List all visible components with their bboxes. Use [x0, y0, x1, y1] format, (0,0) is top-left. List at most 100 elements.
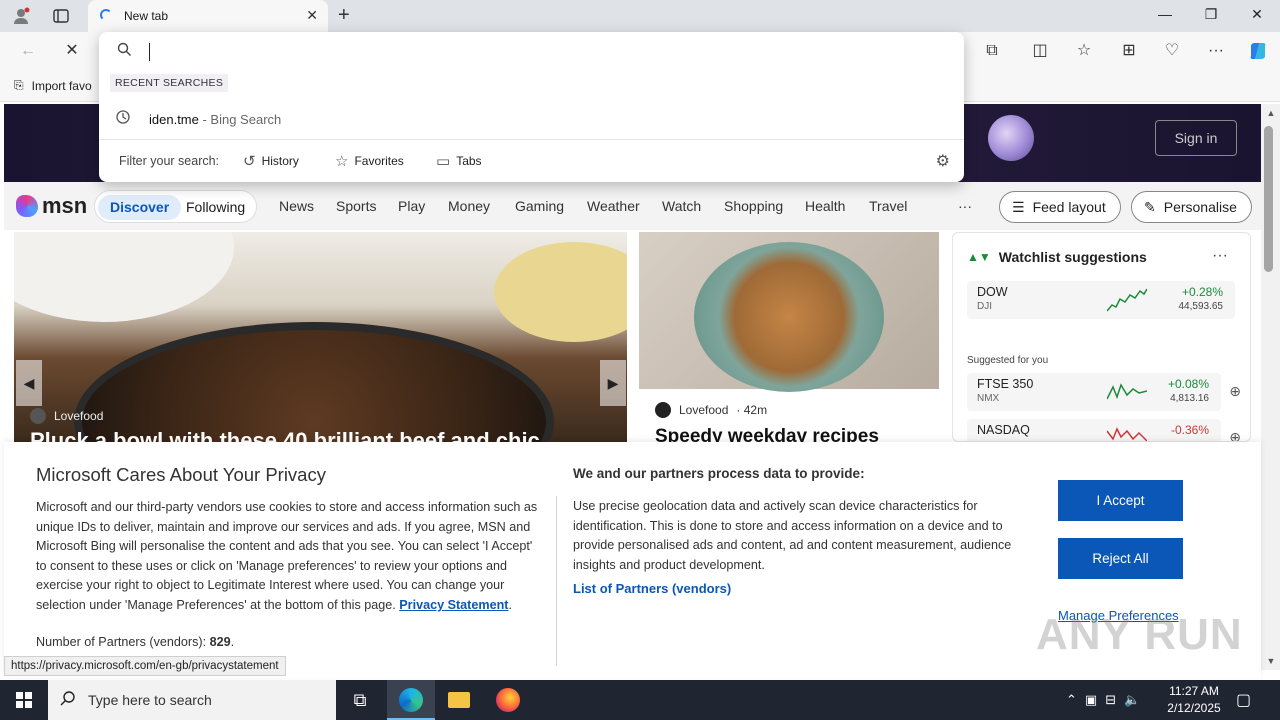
filter-history[interactable]: ↺ History [243, 152, 299, 170]
volume-icon[interactable]: 🔈 [1124, 692, 1140, 708]
taskbar-firefox[interactable] [484, 680, 532, 720]
new-tab-button[interactable]: + [338, 4, 350, 27]
taskbar-search[interactable]: Type here to search [48, 680, 336, 720]
profile-icon[interactable] [10, 5, 32, 27]
reject-all-button[interactable]: Reject All [1058, 538, 1183, 579]
stop-loading-icon[interactable]: ✕ [60, 40, 84, 62]
tab-following[interactable]: Following [174, 195, 257, 220]
performance-icon[interactable]: ♡ [1160, 40, 1184, 62]
copilot-orb-icon[interactable] [988, 115, 1034, 161]
loading-spinner-icon [100, 9, 112, 21]
notifications-icon[interactable]: ▢ [1236, 690, 1251, 710]
split-screen-icon[interactable]: ◫ [1028, 40, 1052, 62]
privacy-body: Microsoft and our third-party vendors us… [36, 500, 538, 612]
import-favorites-button[interactable]: ⎘ Import favo [14, 78, 92, 93]
feed-layout-button[interactable]: ☰ Feed layout [999, 191, 1121, 223]
scroll-down-icon[interactable]: ▼ [1262, 656, 1280, 670]
filter-tabs[interactable]: ▭ Tabs [436, 152, 482, 170]
hero-title[interactable]: Pluck a bowl with these 40 brilliant bee… [30, 428, 620, 442]
tab-actions-icon[interactable] [50, 5, 72, 27]
nav-play[interactable]: Play [398, 198, 425, 214]
privacy-divider [556, 496, 557, 666]
watchlist-title: Watchlist suggestions [998, 249, 1147, 265]
stock-sparkline [1107, 383, 1147, 400]
close-tab-icon[interactable]: ✕ [306, 7, 318, 24]
history-icon: ↺ [243, 153, 256, 170]
favorites-star-icon[interactable]: ☆ [1072, 40, 1096, 62]
msn-butterfly-icon [16, 195, 38, 217]
sign-in-button[interactable]: Sign in [1155, 120, 1237, 156]
address-dropdown: RECENT SEARCHES iden.tme - Bing Search F… [99, 32, 964, 182]
back-arrow-icon[interactable]: ← [16, 40, 40, 62]
firefox-icon [496, 688, 520, 712]
carousel-prev-icon[interactable]: ◀ [16, 360, 42, 406]
star-icon: ☆ [335, 153, 349, 170]
article-title[interactable]: Speedy weekday recipes [655, 426, 879, 442]
watchlist-more-icon[interactable]: ··· [1212, 247, 1228, 265]
address-bar[interactable] [99, 32, 964, 72]
scroll-up-icon[interactable]: ▲ [1262, 108, 1280, 122]
recent-search-item[interactable]: iden.tme - Bing Search [99, 104, 964, 134]
personalise-button[interactable]: ✎ Personalise [1131, 191, 1252, 223]
nav-weather[interactable]: Weather [587, 198, 640, 214]
nav-gaming[interactable]: Gaming [515, 198, 564, 214]
gear-icon[interactable]: ⚙ [936, 151, 950, 171]
privacy-statement-link[interactable]: Privacy Statement [399, 598, 508, 612]
settings-more-icon[interactable]: ··· [1204, 40, 1228, 62]
task-view-icon[interactable]: ⧉ [336, 680, 384, 720]
minimize-button[interactable]: — [1150, 6, 1180, 26]
taskbar-edge[interactable] [387, 680, 435, 720]
scrollbar-thumb[interactable] [1264, 126, 1273, 272]
start-button[interactable] [0, 680, 48, 720]
nav-more-icon[interactable]: ··· [958, 198, 972, 214]
carousel-next-icon[interactable]: ▶ [600, 360, 626, 406]
filter-favorites[interactable]: ☆ Favorites [335, 152, 404, 170]
article-image [639, 232, 939, 392]
collections-icon[interactable]: ⊞ [1117, 40, 1141, 62]
tab-new-tab[interactable]: New tab ✕ [88, 0, 328, 32]
add-to-watchlist-icon[interactable]: ⊕ [1229, 429, 1241, 441]
restore-button[interactable]: ❐ [1196, 6, 1226, 26]
stock-change: +0.28% [1181, 285, 1223, 299]
taskbar-file-explorer[interactable] [435, 680, 483, 720]
tray-device-icon[interactable]: ▣ [1085, 692, 1097, 708]
stock-row[interactable]: DOW DJI +0.28% 44,593.65 [967, 281, 1235, 319]
history-clock-icon [115, 109, 131, 130]
tray-chevron-icon[interactable]: ⌃ [1066, 692, 1077, 708]
close-window-button[interactable]: ✕ [1242, 6, 1272, 26]
source-logo-icon [655, 402, 671, 418]
extensions-icon[interactable]: ⧉ [980, 40, 1004, 62]
stock-symbol: NASDAQ [977, 423, 1030, 437]
tab-discover[interactable]: Discover [98, 195, 182, 220]
stock-price: 44,593.65 [1178, 301, 1224, 312]
sliders-icon: ☰ [1012, 198, 1025, 215]
nav-watch[interactable]: Watch [662, 198, 701, 214]
msn-logo[interactable]: msn [16, 193, 87, 219]
stock-row[interactable]: FTSE 350 NMX +0.08% 4,813.16 ⊕ [967, 373, 1241, 411]
hero-source-name: Lovefood [54, 409, 104, 423]
nav-travel[interactable]: Travel [869, 198, 907, 214]
clock-date: 2/12/2025 [1167, 701, 1221, 715]
nav-health[interactable]: Health [805, 198, 845, 214]
stock-row[interactable]: NASDAQ -0.36% ⊕ [967, 419, 1241, 441]
anyrun-watermark: ANY RUN [1036, 610, 1243, 659]
windows-logo-icon [16, 692, 32, 708]
accept-button[interactable]: I Accept [1058, 480, 1183, 521]
filter-history-label: History [261, 154, 299, 168]
copilot-icon[interactable] [1246, 40, 1270, 62]
nav-money[interactable]: Money [448, 198, 490, 214]
nav-sports[interactable]: Sports [336, 198, 376, 214]
stock-exchange: NMX [977, 393, 1000, 404]
taskbar-clock[interactable]: 11:27 AM 2/12/2025 [1164, 683, 1224, 717]
vendors-list-link[interactable]: List of Partners (vendors) [573, 581, 731, 596]
network-icon[interactable]: ⊟ [1105, 692, 1116, 708]
partners-count: Number of Partners (vendors): 829. [36, 635, 235, 649]
nav-news[interactable]: News [279, 198, 314, 214]
article-card[interactable]: Lovefood · 42m Speedy weekday recipes [639, 232, 939, 442]
hero-article-card[interactable] [14, 232, 627, 442]
nav-shopping[interactable]: Shopping [724, 198, 783, 214]
article-source-name: Lovefood [679, 403, 729, 417]
article-source: Lovefood · 42m [655, 402, 767, 418]
title-bar: New tab ✕ + — ❐ ✕ [0, 0, 1280, 32]
add-to-watchlist-icon[interactable]: ⊕ [1229, 383, 1241, 400]
